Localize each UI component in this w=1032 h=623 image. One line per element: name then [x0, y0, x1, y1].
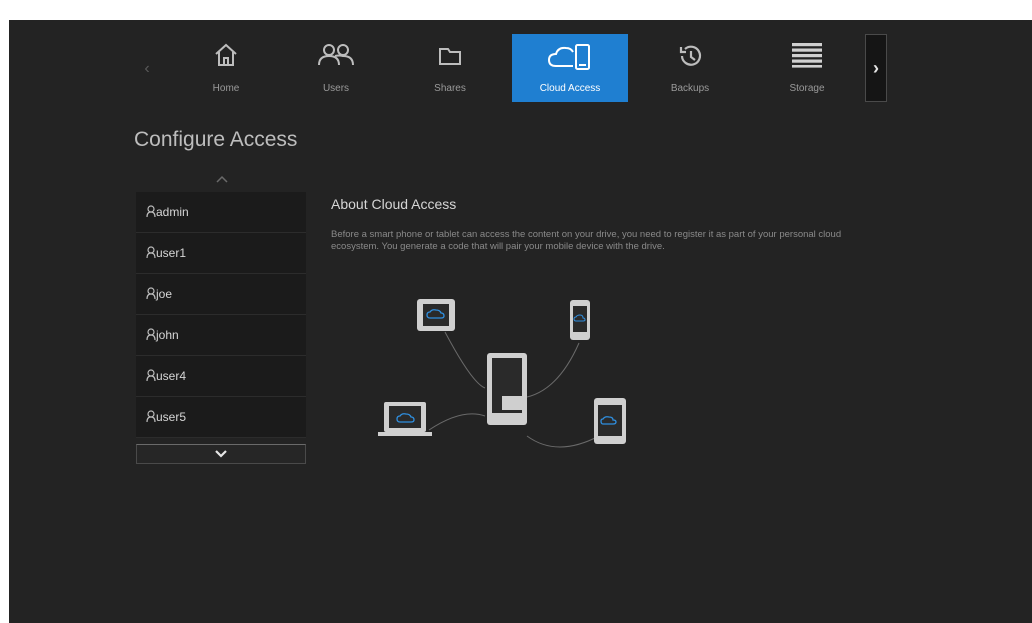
app-window: ‹ Home Users Shares Cloud Access Backups… [9, 20, 1032, 623]
tab-shares-label: Shares [434, 83, 466, 94]
user-name: user1 [156, 246, 187, 260]
about-title: About Cloud Access [331, 196, 457, 212]
user-icon [146, 246, 156, 258]
user-list-item[interactable]: admin [136, 192, 306, 233]
tab-storage[interactable]: Storage [749, 34, 865, 102]
user-list-item[interactable]: user4 [136, 356, 306, 397]
users-icon [318, 44, 354, 66]
tab-storage-label: Storage [789, 83, 825, 94]
top-margin [0, 0, 1032, 20]
user-name: john [156, 328, 179, 342]
folder-icon [439, 48, 461, 65]
user-icon [146, 369, 156, 381]
user-name: user5 [156, 410, 187, 424]
tab-backups-label: Backups [670, 83, 710, 94]
nav-prev-button[interactable]: ‹ [136, 58, 158, 80]
user-list-item[interactable]: john [136, 315, 306, 356]
tab-cloud-access-label: Cloud Access [539, 83, 601, 94]
cloud-devices-illustration [378, 299, 626, 448]
tablet-icon [594, 398, 626, 444]
user-name: joe [156, 287, 173, 301]
cloud-device-icon [547, 44, 590, 70]
user-list-item[interactable]: user1 [136, 233, 306, 274]
tab-home-label: Home [212, 83, 240, 94]
about-description: Before a smart phone or tablet can acces… [331, 229, 842, 252]
user-name: admin [156, 205, 189, 219]
user-list: admin user1 joe john user4 user5 [136, 192, 306, 438]
phone-icon [570, 300, 590, 340]
history-icon [679, 45, 702, 66]
chevron-up-icon[interactable] [214, 174, 230, 184]
list-scroll-down-button[interactable] [136, 444, 306, 464]
tab-shares[interactable]: Shares [392, 34, 508, 102]
user-icon [146, 328, 156, 340]
tab-users-label: Users [322, 83, 350, 94]
tablet-icon [417, 299, 455, 331]
user-icon [146, 205, 156, 217]
user-icon [146, 287, 156, 299]
user-name: user4 [156, 369, 187, 383]
home-icon [215, 43, 237, 66]
user-icon [146, 410, 156, 422]
user-list-item[interactable]: user5 [136, 397, 306, 438]
tab-users[interactable]: Users [278, 34, 394, 102]
tab-cloud-access[interactable]: Cloud Access [512, 34, 628, 102]
storage-icon [792, 43, 822, 68]
tab-home[interactable]: Home [168, 34, 284, 102]
page-title: Configure Access [134, 128, 298, 151]
laptop-icon [378, 402, 432, 436]
drive-icon [487, 353, 527, 425]
tab-backups[interactable]: Backups [632, 34, 748, 102]
nav-next-button[interactable]: › [865, 34, 887, 102]
user-list-item[interactable]: joe [136, 274, 306, 315]
chevron-down-icon [215, 450, 227, 458]
